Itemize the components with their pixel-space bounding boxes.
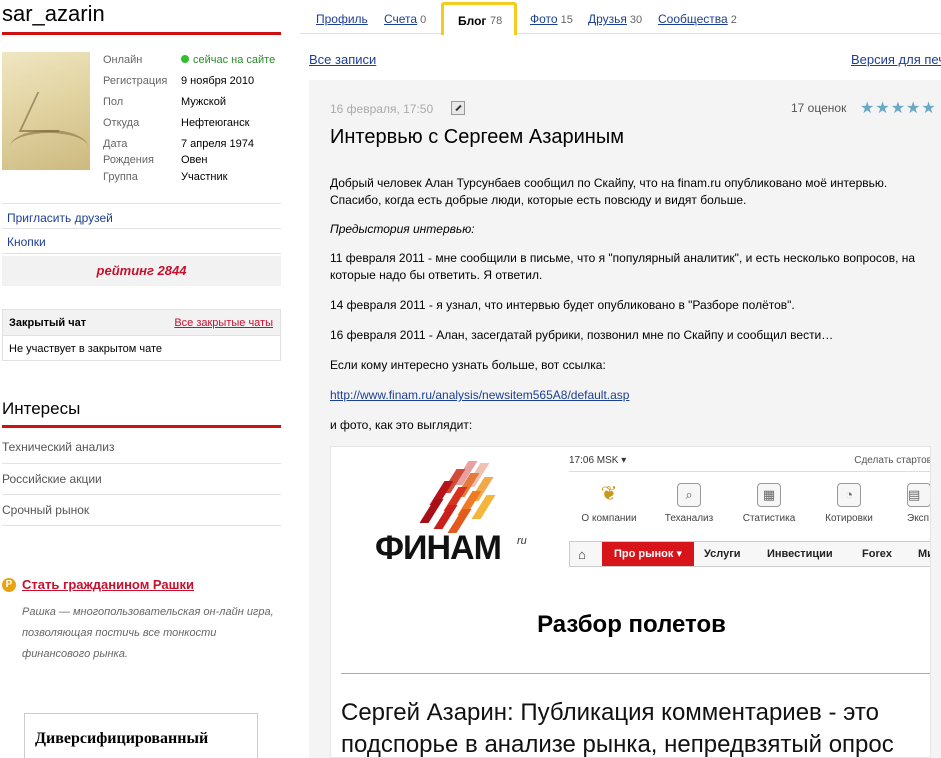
online-status-icon [181, 55, 189, 63]
quotes-chart-icon: ◔ [837, 483, 861, 507]
post-paragraph: Предыстория интервью: [330, 222, 475, 236]
export-item: ▤ Эксп [889, 483, 930, 524]
closed-chat-title: Закрытый чат [9, 317, 87, 329]
closed-chat-status: Не участвует в закрытом чате [9, 343, 163, 355]
book-title: Диверсифицированный [35, 730, 209, 747]
tabs-baseline [300, 33, 941, 34]
nav-item: Forex [862, 548, 892, 560]
finam-nav: ⌂ Про рынок ▾ Услуги Инвестиции Forex Ми [569, 541, 930, 567]
about-company-item: ❦ О компании [581, 483, 637, 524]
buttons-link[interactable]: Кнопки [7, 235, 46, 249]
make-start-page-link: Сделать стартов [854, 455, 931, 466]
divider [2, 228, 281, 229]
finam-logo-text: ФИНАМ [375, 529, 502, 567]
avatar[interactable] [2, 52, 90, 170]
post-paragraph: 14 февраля 2011 - я узнал, что интервью … [330, 298, 795, 312]
tab-communities[interactable]: Сообщества 2 [658, 12, 737, 26]
magnifier-chart-icon: ⌕ [677, 483, 701, 507]
interest-item[interactable]: Срочный рынок [2, 503, 89, 517]
finam-article-title: Сергей Азарин: Публикация комментариев -… [341, 699, 894, 758]
quotes-item: ◔ Котировки [809, 483, 889, 524]
invite-friends-link[interactable]: Пригласить друзей [7, 211, 113, 225]
interest-item[interactable]: Российские акции [2, 472, 102, 486]
become-citizen-link[interactable]: Стать гражданином Рашки [22, 577, 194, 592]
profile-sidebar: sar_azarin Онлайн сейчас на сайте Регист… [0, 0, 282, 758]
post-paragraph: Добрый человек Алан Турсунбаев сообщил п… [330, 176, 888, 207]
laurel-icon: ❦ [600, 483, 618, 505]
all-closed-chats-link[interactable]: Все закрытые чаты [174, 317, 273, 329]
nav-about-market: Про рынок ▾ [602, 542, 694, 566]
all-posts-link[interactable]: Все записи [309, 52, 376, 67]
tab-photo[interactable]: Фото 15 [530, 12, 573, 26]
divider [2, 425, 281, 428]
tab-accounts[interactable]: Счета 0 [384, 12, 426, 26]
divider [2, 32, 281, 35]
interests-title: Интересы [2, 399, 81, 418]
print-version-link[interactable]: Версия для печ [851, 52, 941, 67]
divider [2, 463, 281, 464]
ratings-count: 17 оценок [791, 101, 847, 115]
finam-heading: Разбор полетов [537, 611, 726, 638]
calendar-icon: ▦ [757, 483, 781, 507]
statistics-item: ▦ Статистика [729, 483, 809, 524]
finam-screenshot: ФИНАМ ru 17:06 MSK ▾ Сделать стартов ❦ О … [330, 446, 931, 758]
closed-chat-panel: Закрытый чат Все закрытые чаты Не участв… [2, 309, 281, 361]
rating-stars[interactable]: ★★★★★ [860, 98, 937, 118]
divider [2, 525, 281, 526]
divider [2, 494, 281, 495]
post-title: Интервью с Сергеем Азариным [330, 126, 624, 148]
nav-item: Ми [918, 548, 930, 560]
post-paragraph: и фото, как это выглядит: [330, 418, 473, 432]
nav-item: Инвестиции [767, 548, 833, 560]
citizen-description: Рашка — многопользовательская он-лайн иг… [22, 606, 274, 660]
tech-analysis-item: ⌕ Теханализ [649, 483, 729, 524]
rashka-coin-icon: Р [2, 578, 16, 592]
interest-item[interactable]: Технический анализ [2, 440, 115, 454]
tab-friends[interactable]: Друзья 30 [588, 12, 642, 26]
home-icon: ⌂ [578, 547, 586, 562]
closed-chat-header: Закрытый чат Все закрытые чаты [3, 310, 280, 336]
chart-icon: ▤ [907, 483, 930, 507]
divider [2, 203, 281, 204]
divider [2, 253, 281, 254]
post-paragraph: 11 февраля 2011 - мне сообщили в письме,… [330, 251, 916, 282]
tab-profile[interactable]: Профиль [316, 12, 371, 26]
rating-badge: рейтинг 2844 [2, 256, 281, 286]
finam-article-link[interactable]: http://www.finam.ru/analysis/newsitem565… [330, 388, 629, 402]
nav-item: Услуги [704, 548, 741, 560]
market-time: 17:06 MSK ▾ [569, 455, 627, 466]
profile-username: sar_azarin [2, 1, 105, 26]
post-date: 16 февраля, 17:50 [330, 102, 434, 116]
post-paragraph: Если кому интересно узнать больше, вот с… [330, 358, 606, 372]
finam-logo-icon [403, 459, 496, 539]
edit-icon[interactable] [451, 101, 465, 115]
tab-blog[interactable]: Блог 78 [441, 2, 517, 35]
post-paragraph: 16 февраля 2011 - Алан, засегдатай рубри… [330, 328, 834, 342]
book-banner[interactable]: Диверсифицированный [24, 713, 258, 758]
